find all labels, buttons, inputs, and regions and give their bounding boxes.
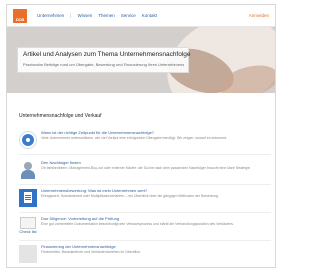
nav-item-kontakt[interactable]: Kontakt	[142, 13, 157, 18]
nav-item-service[interactable]: Service	[121, 13, 136, 18]
nav-separator: |	[70, 13, 72, 18]
article-title[interactable]: Due Diligence: Vorbereitung auf die Prüf…	[41, 216, 269, 221]
article-item[interactable]: Check list Due Diligence: Vorbereitung a…	[19, 215, 271, 241]
page-subtitle: Praxisnahe Beiträge rund um Übergabe, Be…	[23, 62, 185, 67]
login-link[interactable]: Anmelden	[249, 13, 269, 18]
article-item[interactable]: Finanzierung der Unternehmensnachfolge F…	[19, 243, 271, 267]
main-navigation: Unternehmen | Wissen Themen Service Kontakt	[37, 13, 163, 18]
checklist-thumbnail: Check list	[19, 217, 37, 235]
document-thumbnail	[19, 189, 37, 207]
article-description: Ob familienintern, Management-Buy-out od…	[41, 166, 251, 170]
article-description: Ertragswert, Substanzwert oder Multiplik…	[41, 194, 219, 198]
disc-thumbnail	[19, 131, 37, 149]
article-item[interactable]: Unternehmensbewertung: Was ist mein Unte…	[19, 187, 271, 213]
article-item[interactable]: Wann ist der richtige Zeitpunkt für die …	[19, 129, 271, 155]
checklist-thumbnail-label: Check list	[19, 229, 37, 234]
top-navigation-bar: DCB Unternehmen | Wissen Themen Service Konta…	[7, 5, 275, 27]
page-title: Artikel und Analysen zum Thema Unternehm…	[23, 51, 191, 58]
article-title[interactable]: Unternehmensbewertung: Was ist mein Unte…	[41, 188, 269, 193]
page-frame: DCB Unternehmen | Wissen Themen Service Konta…	[6, 4, 276, 268]
article-description: Viele Unternehmer unterschätzen, wie vie…	[41, 136, 227, 140]
article-description: Eine gut vorbereitete Dokumentation besc…	[41, 222, 234, 226]
nav-item-wissen[interactable]: Wissen	[77, 13, 92, 18]
hero-text-card: Artikel und Analysen zum Thema Unternehm…	[17, 47, 191, 73]
company-logo[interactable]: DCB	[13, 9, 27, 23]
article-description: Fördermittel, Bankdarlehen und Verkäufer…	[41, 250, 141, 254]
hero-banner: Artikel und Analysen zum Thema Unternehm…	[7, 27, 275, 93]
article-title[interactable]: Finanzierung der Unternehmensnachfolge	[41, 244, 269, 249]
article-item[interactable]: Den Nachfolger finden Ob familienintern,…	[19, 159, 271, 185]
nav-item-unternehmen[interactable]: Unternehmen	[37, 13, 64, 18]
logo-text: DCB	[15, 17, 25, 22]
article-title[interactable]: Den Nachfolger finden	[41, 160, 269, 165]
article-thumbnail	[19, 245, 37, 263]
article-title[interactable]: Wann ist der richtige Zeitpunkt für die …	[41, 130, 269, 135]
section-heading: Unternehmensnachfolge und Verkauf	[19, 113, 102, 119]
person-thumbnail	[19, 161, 37, 179]
nav-item-themen[interactable]: Themen	[98, 13, 115, 18]
